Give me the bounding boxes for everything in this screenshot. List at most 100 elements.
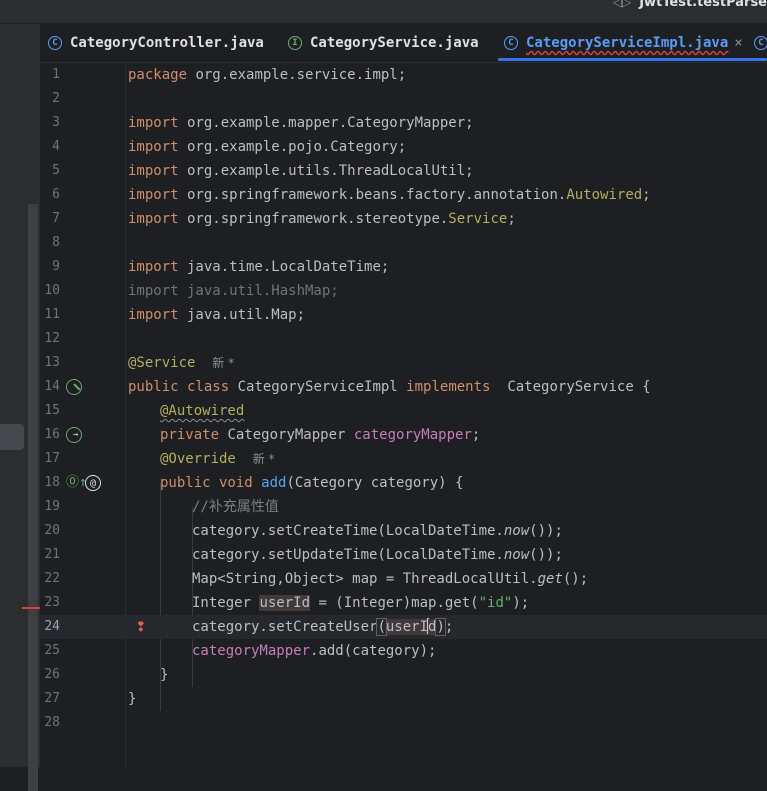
line-number: 8 bbox=[52, 235, 60, 250]
code-text: @Override 新 * bbox=[160, 447, 275, 471]
tab-label: CategoryController.java bbox=[70, 35, 264, 51]
code-line-6: 6 import org.springframework.beans.facto… bbox=[40, 183, 767, 207]
code-text: category.setCreateTime(LocalDateTime.now… bbox=[192, 519, 563, 543]
error-marker bbox=[22, 607, 40, 609]
tab-category-controller[interactable]: C CategoryController.java bbox=[48, 24, 264, 62]
line-number: 13 bbox=[44, 355, 60, 370]
line-number: 18 bbox=[44, 475, 60, 490]
unused-import: import java.util.HashMap; bbox=[128, 283, 339, 299]
mapping-at-icon[interactable]: @ bbox=[85, 475, 101, 491]
active-tab-indicator bbox=[498, 58, 767, 61]
code-line-1: 1 package org.example.service.impl; bbox=[40, 63, 767, 87]
line-number: 12 bbox=[44, 331, 60, 346]
tab-label: CategoryServiceImpl.java bbox=[526, 35, 729, 51]
code-line-8: 8 bbox=[40, 231, 767, 255]
tab-category-service[interactable]: I CategoryService.java bbox=[288, 24, 479, 62]
code-line-2: 2 bbox=[40, 87, 767, 111]
code-line-28: 28 bbox=[40, 711, 767, 735]
code-line-5: 5 import org.example.utils.ThreadLocalUt… bbox=[40, 159, 767, 183]
project-selected-item[interactable] bbox=[0, 424, 24, 450]
annotation: @Autowired bbox=[160, 403, 245, 419]
code-text: categoryMapper.add(category); bbox=[192, 639, 436, 663]
code-segment: ; bbox=[471, 427, 481, 443]
code-segment: ; bbox=[507, 211, 516, 227]
code-segment: category.setUpdateTime(LocalDateTime. bbox=[192, 547, 504, 563]
line-number: 17 bbox=[44, 451, 60, 466]
code-text: import org.springframework.stereotype.Se… bbox=[128, 207, 516, 231]
variable-highlight: userI bbox=[385, 619, 429, 635]
code-text: import org.example.utils.ThreadLocalUtil… bbox=[128, 159, 474, 183]
code-line-9: 9 import java.time.LocalDateTime; bbox=[40, 255, 767, 279]
class-icon: C bbox=[48, 36, 62, 50]
tab-category-service-impl[interactable]: C CategoryServiceImpl.java × bbox=[498, 24, 767, 62]
bean-navigation-icon[interactable] bbox=[66, 427, 82, 443]
line-number: 27 bbox=[44, 691, 60, 706]
code-segment: category.setCreateTime(LocalDateTime. bbox=[192, 523, 504, 539]
keyword: public void bbox=[160, 475, 253, 491]
close-tab-icon[interactable]: × bbox=[734, 35, 742, 51]
code-segment: (Category category) { bbox=[286, 475, 464, 491]
code-text: import java.time.LocalDateTime; bbox=[128, 255, 389, 279]
keyword: import bbox=[128, 259, 179, 275]
matched-bracket: ) bbox=[435, 618, 446, 636]
code-text: import org.springframework.beans.factory… bbox=[128, 183, 651, 207]
code-segment: CategoryService { bbox=[490, 379, 651, 395]
annotation: @Service bbox=[128, 355, 196, 371]
overriding-icon[interactable]: ⓪↑ bbox=[66, 475, 87, 491]
tab-label: CategoryService.java bbox=[310, 35, 479, 51]
code-segment: org.example.mapper.CategoryMapper; bbox=[178, 115, 474, 131]
line-number: 1 bbox=[52, 67, 60, 82]
code-segment: org.example.service.impl; bbox=[187, 67, 407, 83]
code-line-7: 7 import org.springframework.stereotype.… bbox=[40, 207, 767, 231]
line-number: 16 bbox=[44, 427, 60, 442]
line-number: 19 bbox=[44, 499, 60, 514]
code-segment: (); bbox=[562, 571, 589, 587]
field-name: categoryMapper bbox=[192, 643, 311, 659]
error-bulb-icon[interactable]: ❢ bbox=[136, 618, 152, 634]
code-segment: = (Integer)map.get( bbox=[310, 595, 479, 611]
line-number: 14 bbox=[44, 379, 60, 394]
run-configuration[interactable]: ◁▷ JwtTest.testParse bbox=[613, 0, 767, 12]
code-line-11: 11 import java.util.Map; bbox=[40, 303, 767, 327]
line-number: 20 bbox=[44, 523, 60, 538]
line-number: 6 bbox=[52, 187, 60, 202]
code-line-27: 27 } bbox=[40, 687, 767, 711]
implemented-icon[interactable] bbox=[66, 379, 82, 395]
code-segment: org.springframework.beans.factory.annota… bbox=[178, 187, 567, 203]
tab-overflow[interactable]: C bbox=[754, 24, 767, 62]
line-number: 26 bbox=[44, 667, 60, 682]
code-editor[interactable]: 1 package org.example.service.impl; 2 3 … bbox=[40, 63, 767, 767]
code-line-14: 14 public class CategoryServiceImpl impl… bbox=[40, 375, 767, 399]
line-number: 15 bbox=[44, 403, 60, 418]
line-number: 28 bbox=[44, 715, 60, 730]
class-name: CategoryServiceImpl bbox=[229, 379, 407, 395]
code-line-23: 23 Integer userId = (Integer)map.get("id… bbox=[40, 591, 767, 615]
closing-brace: } bbox=[128, 691, 137, 707]
code-segment: java.time.LocalDateTime; bbox=[178, 259, 390, 275]
code-segment: Integer bbox=[192, 595, 260, 611]
line-number: 10 bbox=[44, 283, 60, 298]
code-segment: ; bbox=[444, 619, 454, 635]
code-text: category.setCreateUser(userId); bbox=[192, 615, 453, 639]
code-comment: //补充属性值 bbox=[192, 499, 279, 515]
type-name: CategoryMapper bbox=[219, 427, 354, 443]
code-segment: org.example.pojo.Category; bbox=[178, 139, 407, 155]
code-text: category.setUpdateTime(LocalDateTime.now… bbox=[192, 543, 563, 567]
code-text: private CategoryMapper categoryMapper; bbox=[160, 423, 480, 447]
code-text: public class CategoryServiceImpl impleme… bbox=[128, 375, 651, 399]
code-line-10: 10 import java.util.HashMap; bbox=[40, 279, 767, 303]
code-segment: org.example.utils.ThreadLocalUtil; bbox=[178, 163, 474, 179]
project-panel-strip bbox=[0, 24, 41, 791]
editor-tab-bar: C CategoryController.java I CategoryServ… bbox=[40, 24, 767, 63]
class-icon: C bbox=[504, 36, 518, 50]
run-config-icon: ◁▷ bbox=[612, 0, 632, 9]
code-line-22: 22 Map<String,Object> map = ThreadLocalU… bbox=[40, 567, 767, 591]
closing-brace: } bbox=[160, 667, 169, 683]
class-icon: C bbox=[754, 36, 767, 50]
line-number: 3 bbox=[52, 115, 60, 130]
code-segment: Map<String,Object> map = ThreadLocalUtil… bbox=[192, 571, 538, 587]
project-scrollbar[interactable] bbox=[28, 204, 38, 791]
code-segment: .add(category); bbox=[310, 643, 437, 659]
line-number: 24 bbox=[44, 619, 60, 634]
code-text: public void add(Category category) { bbox=[160, 471, 463, 495]
